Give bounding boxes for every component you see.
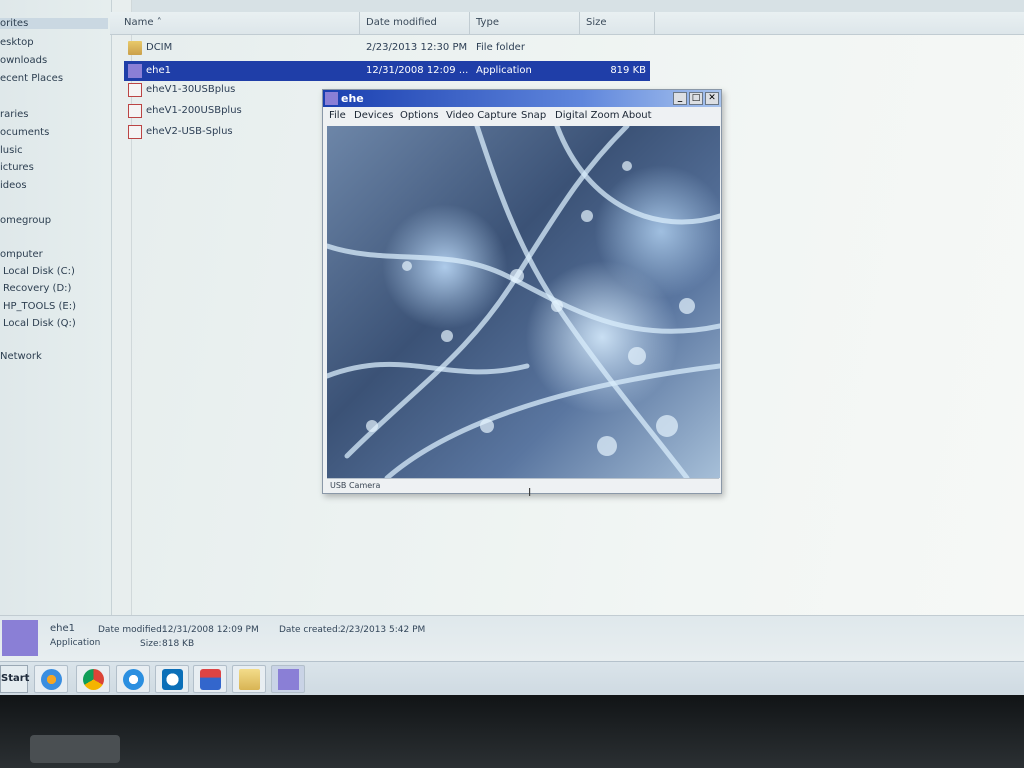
ie-icon bbox=[123, 669, 144, 690]
file-name: eheV1-30USBplus bbox=[146, 84, 236, 95]
folder-icon bbox=[128, 41, 142, 55]
file-name: ehe1 bbox=[146, 65, 172, 76]
monitor-bezel bbox=[0, 695, 1024, 768]
column-name[interactable]: Name ˄ bbox=[118, 12, 360, 35]
hp-icon bbox=[162, 669, 183, 690]
nav-music[interactable]: lusic bbox=[0, 145, 23, 156]
taskbar-ehe[interactable] bbox=[271, 665, 305, 693]
details-created-label: Date created: bbox=[279, 625, 341, 635]
file-row-ehev1-200usbplus[interactable]: eheV1-200USBplus bbox=[124, 101, 314, 121]
toolbar-strip bbox=[110, 0, 1024, 12]
start-button[interactable]: Start bbox=[0, 665, 29, 693]
microscope-image bbox=[327, 126, 720, 478]
taskbar-hp[interactable] bbox=[155, 665, 189, 693]
nav-computer[interactable]: omputer bbox=[0, 249, 43, 260]
file-row-ehe1[interactable]: ehe1 12/31/2008 12:09 ... Application 81… bbox=[124, 61, 650, 81]
nav-libraries[interactable]: raries bbox=[0, 109, 29, 120]
file-name: DCIM bbox=[146, 42, 173, 53]
menu-options[interactable]: Options bbox=[400, 107, 439, 125]
taskbar-explorer[interactable] bbox=[232, 665, 266, 693]
app-title: ehe bbox=[341, 92, 364, 105]
taskbar-app[interactable] bbox=[193, 665, 227, 693]
nav-local-disk-c[interactable]: Local Disk (C:) bbox=[3, 266, 75, 277]
nav-hp-tools-e[interactable]: HP_TOOLS (E:) bbox=[3, 301, 76, 312]
menu-video-capture[interactable]: Video Capture bbox=[446, 107, 517, 125]
taskbar-ie[interactable] bbox=[116, 665, 150, 693]
file-name: eheV2-USB-Splus bbox=[146, 126, 233, 137]
column-name-label: Name bbox=[124, 17, 154, 28]
app-icon bbox=[128, 64, 142, 78]
menu-snap[interactable]: Snap bbox=[521, 107, 546, 125]
file-size: 819 KB bbox=[610, 65, 646, 76]
menu-devices[interactable]: Devices bbox=[354, 107, 393, 125]
app-icon-large bbox=[2, 620, 38, 656]
column-size[interactable]: Size bbox=[580, 12, 655, 35]
column-header: Name ˄ Date modified Type Size bbox=[110, 12, 1024, 35]
taskbar-chrome[interactable] bbox=[76, 665, 110, 693]
bezel-reflection bbox=[30, 735, 120, 763]
nav-recent-places[interactable]: ecent Places bbox=[0, 73, 63, 84]
file-date: 12/31/2008 12:09 ... bbox=[366, 65, 469, 76]
nav-desktop[interactable]: esktop bbox=[0, 37, 34, 48]
nav-local-disk-q[interactable]: Local Disk (Q:) bbox=[3, 318, 76, 329]
details-size-label: Size: bbox=[140, 639, 162, 649]
nav-favorites[interactable]: orites bbox=[0, 18, 108, 29]
app-title-bar[interactable]: ehe _ □ ✕ bbox=[323, 90, 721, 107]
menu-file[interactable]: File bbox=[329, 107, 346, 125]
file-row-ehev1-30usbplus[interactable]: eheV1-30USBplus bbox=[124, 80, 314, 100]
sort-arrow-icon: ˄ bbox=[156, 17, 162, 28]
nav-network[interactable]: Network bbox=[0, 351, 42, 362]
details-modified-value: 12/31/2008 12:09 PM bbox=[162, 625, 259, 635]
details-created-value: 2/23/2013 5:42 PM bbox=[340, 625, 426, 635]
details-size-value: 818 KB bbox=[162, 639, 195, 649]
nav-pictures[interactable]: ictures bbox=[0, 162, 34, 173]
chrome-icon bbox=[83, 669, 104, 690]
pdf-icon bbox=[128, 83, 142, 97]
menu-about[interactable]: About bbox=[622, 107, 652, 125]
folder-icon bbox=[239, 669, 260, 690]
file-name: eheV1-200USBplus bbox=[146, 105, 242, 116]
ehe-app-icon bbox=[325, 92, 338, 105]
nav-videos[interactable]: ideos bbox=[0, 180, 27, 191]
media-player-icon bbox=[41, 669, 62, 690]
column-date-modified[interactable]: Date modified bbox=[360, 12, 470, 35]
close-button[interactable]: ✕ bbox=[705, 92, 719, 105]
nav-recovery-d[interactable]: Recovery (D:) bbox=[3, 283, 71, 294]
ehe-app-icon bbox=[278, 669, 299, 690]
taskbar: Start bbox=[0, 661, 1024, 695]
column-type[interactable]: Type bbox=[470, 12, 580, 35]
app-menu-bar: File Devices Options Video Capture Snap … bbox=[323, 107, 721, 125]
nav-homegroup[interactable]: omegroup bbox=[0, 215, 51, 226]
details-modified-label: Date modified: bbox=[98, 625, 165, 635]
app-status-bar: USB Camera bbox=[327, 478, 719, 492]
file-type: File folder bbox=[476, 42, 525, 53]
ehe-app-window[interactable]: ehe _ □ ✕ File Devices Options Video Cap… bbox=[322, 89, 722, 494]
screen: orites esktop ownloads ecent Places rari… bbox=[0, 0, 1024, 695]
pdf-icon bbox=[128, 125, 142, 139]
camera-video-feed bbox=[327, 126, 720, 478]
nav-documents[interactable]: ocuments bbox=[0, 127, 49, 138]
details-pane: ehe1 Application Date modified: 12/31/20… bbox=[0, 615, 1024, 661]
file-type: Application bbox=[476, 65, 532, 76]
file-row-dcim[interactable]: DCIM 2/23/2013 12:30 PM File folder bbox=[124, 38, 650, 58]
maximize-button[interactable]: □ bbox=[689, 92, 703, 105]
nav-downloads[interactable]: ownloads bbox=[0, 55, 47, 66]
pdf-icon bbox=[128, 104, 142, 118]
file-row-ehev2-usb-splus[interactable]: eheV2-USB-Splus bbox=[124, 122, 314, 142]
app-icon-2 bbox=[200, 669, 221, 690]
details-name: ehe1 bbox=[50, 623, 76, 634]
text-cursor-icon: I bbox=[528, 486, 532, 499]
minimize-button[interactable]: _ bbox=[673, 92, 687, 105]
details-kind: Application bbox=[50, 638, 101, 648]
menu-digital-zoom[interactable]: Digital Zoom bbox=[555, 107, 619, 125]
file-date: 2/23/2013 12:30 PM bbox=[366, 42, 468, 53]
taskbar-media-player[interactable] bbox=[34, 665, 68, 693]
navigation-pane: orites esktop ownloads ecent Places rari… bbox=[0, 0, 112, 615]
